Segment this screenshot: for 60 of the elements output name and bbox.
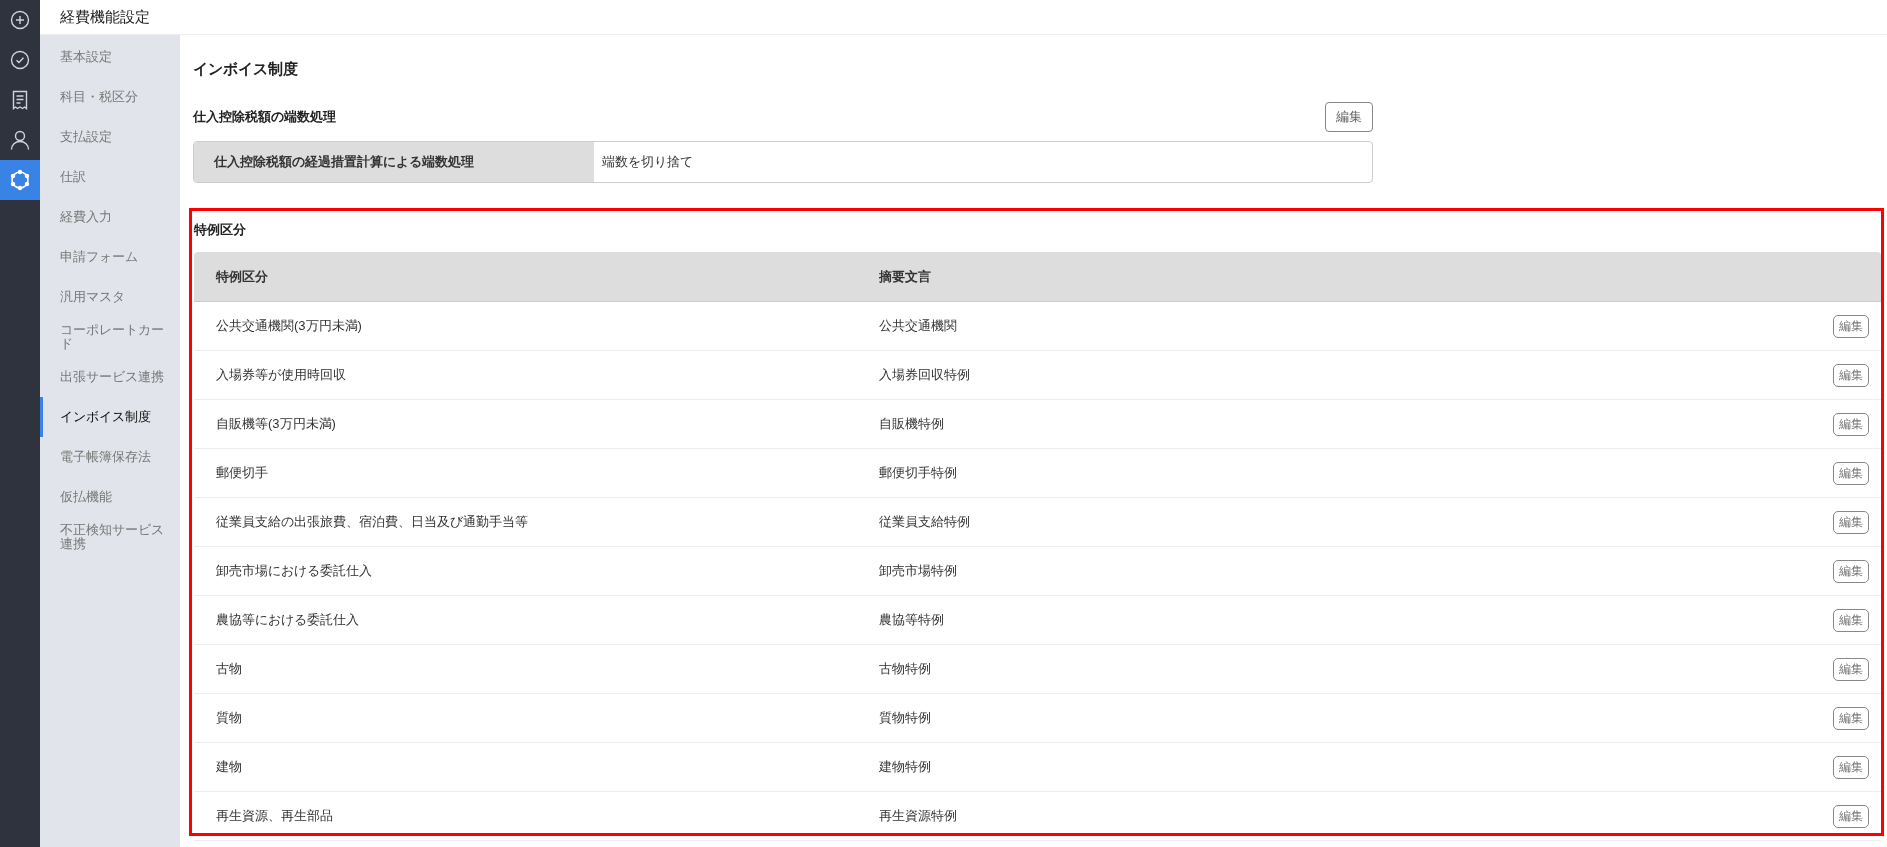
edit-button[interactable]: 編集	[1833, 706, 1869, 730]
sidebar-item[interactable]: 基本設定	[40, 37, 180, 77]
edit-button[interactable]: 編集	[1325, 101, 1373, 132]
table-cell-text: 入場券等が使用時回収	[215, 366, 347, 385]
table-cell-text: 建物	[215, 758, 243, 777]
sidebar-item[interactable]: インボイス制度	[40, 397, 180, 437]
edit-button[interactable]: 編集	[1833, 804, 1869, 828]
sidebar-item[interactable]: 汎用マスタ	[40, 277, 180, 317]
sidebar-item[interactable]: 仕訳	[40, 157, 180, 197]
setting-label: 仕入控除税額の経過措置計算による端数処理	[194, 141, 594, 182]
sidebar-item[interactable]: コーポレートカード	[40, 317, 180, 357]
receipt-icon	[12, 90, 28, 110]
edit-button[interactable]: 編集	[1833, 755, 1869, 779]
table-cell-text: 公共交通機関	[879, 317, 958, 336]
sidebar-item[interactable]: 科目・税区分	[40, 77, 180, 117]
add-icon	[10, 10, 30, 30]
edit-button[interactable]: 編集	[1833, 461, 1869, 485]
table-cell-text: 卸売市場特例	[879, 562, 958, 581]
sidebar-item[interactable]: 電子帳簿保存法	[40, 437, 180, 477]
subsection-title: 特例区分	[194, 220, 247, 239]
sidebar-item[interactable]: 仮払機能	[40, 477, 180, 517]
edit-button[interactable]: 編集	[1833, 608, 1869, 632]
sidebar-item[interactable]: 不正検知サービス連携	[40, 517, 180, 557]
person-icon	[10, 130, 30, 150]
table-cell-text: 質物	[215, 709, 243, 728]
sidebar-item[interactable]: 申請フォーム	[40, 237, 180, 277]
column-header: 特例区分	[215, 267, 269, 286]
table-cell-text: 古物	[215, 660, 243, 679]
table-cell-text: 従業員支給特例	[879, 513, 971, 532]
edit-button[interactable]: 編集	[1833, 559, 1869, 583]
table-cell-text: 入場券回収特例	[879, 366, 971, 385]
edit-button[interactable]: 編集	[1833, 510, 1869, 534]
subsection-title: 仕入控除税額の端数処理	[193, 107, 336, 126]
table-cell-text: 農協等特例	[879, 611, 945, 630]
table-cell-text: 自販機特例	[879, 415, 945, 434]
table-cell-text: 古物特例	[879, 660, 932, 679]
edit-button[interactable]: 編集	[1833, 412, 1869, 436]
table-cell-text: 郵便切手特例	[879, 464, 958, 483]
column-header: 摘要文言	[879, 267, 932, 286]
table-cell-text: 卸売市場における委託仕入	[215, 562, 373, 581]
sidebar-item[interactable]: 経費入力	[40, 197, 180, 237]
sidebar-item[interactable]: 出張サービス連携	[40, 357, 180, 397]
table-cell-text: 質物特例	[879, 709, 932, 728]
check-circle-icon	[10, 50, 30, 70]
table-cell-text: 再生資源、再生部品	[215, 807, 334, 826]
table-cell-text: 公共交通機関(3万円未満)	[215, 317, 363, 336]
table-cell-text: 従業員支給の出張旅費、宿泊費、日当及び通勤手当等	[215, 513, 529, 532]
setting-value: 端数を切り捨て	[601, 152, 693, 171]
section-title: インボイス制度	[193, 59, 299, 79]
table-cell-text: 再生資源特例	[879, 807, 958, 826]
edit-button[interactable]: 編集	[1833, 363, 1869, 387]
table-cell-text: 農協等における委託仕入	[215, 611, 360, 630]
edit-button[interactable]: 編集	[1833, 657, 1869, 681]
nav-rail-button[interactable]	[0, 160, 40, 200]
table-cell-text: 建物特例	[879, 758, 932, 777]
edit-button[interactable]: 編集	[1833, 314, 1869, 338]
table-cell-text: 自販機等(3万円未満)	[215, 415, 337, 434]
sidebar-item[interactable]: 支払設定	[40, 117, 180, 157]
table-cell-text: 郵便切手	[215, 464, 269, 483]
page-header-title: 経費機能設定	[60, 6, 150, 27]
